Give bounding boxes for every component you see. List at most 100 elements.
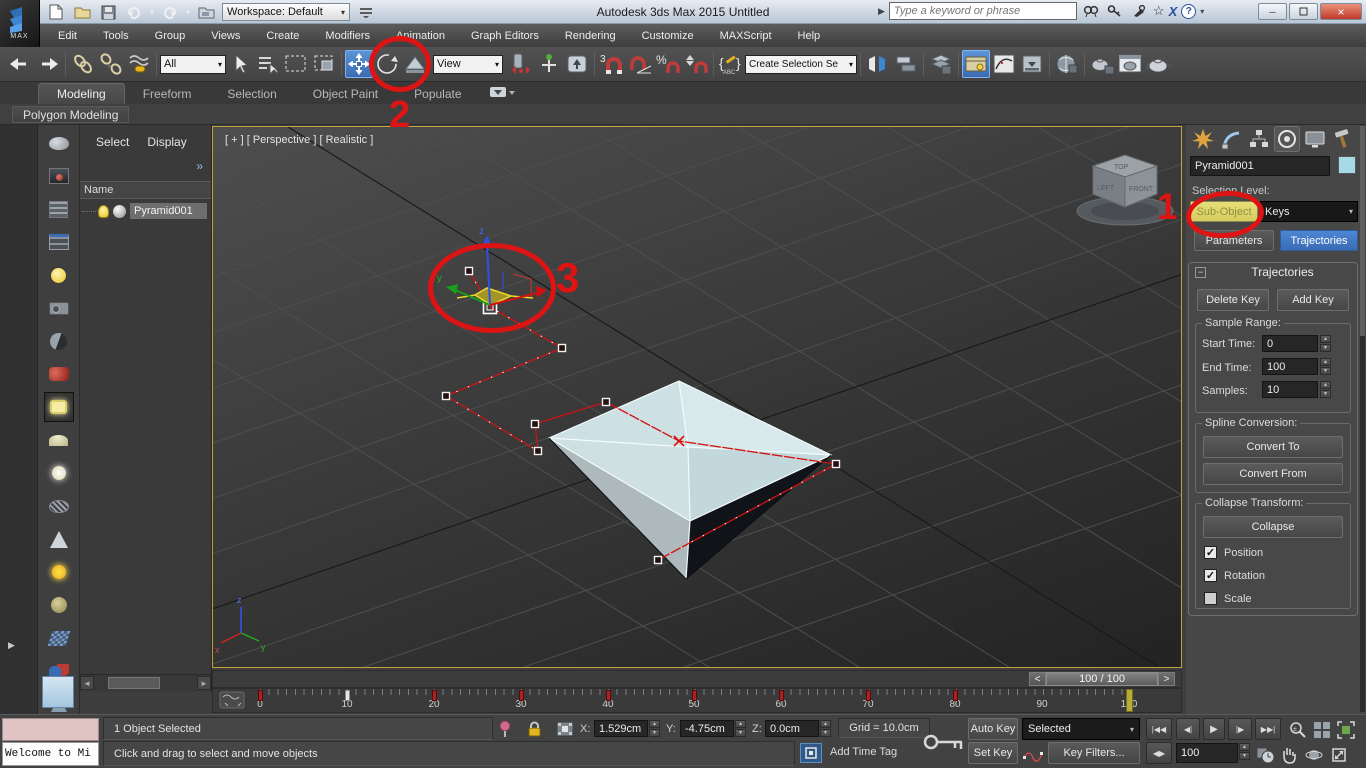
rollout-header[interactable]: − Trajectories [1189,263,1357,281]
project-folder-icon[interactable] [196,3,216,21]
menu-group[interactable]: Group [155,30,186,42]
select-by-name-icon[interactable] [254,50,282,78]
percent-snap-toggle-icon[interactable]: % [654,50,682,78]
add-time-tag[interactable]: Add Time Tag [830,746,897,758]
select-and-link-icon[interactable] [69,50,97,78]
toolbar-options-icon[interactable] [356,3,376,21]
convert-from-button[interactable]: Convert From [1203,463,1343,485]
edit-named-selection-sets-icon[interactable]: {}ABC [717,50,745,78]
scroll-right-icon[interactable]: ► [197,676,211,690]
absolute-mode-toggle-icon[interactable] [556,721,574,740]
wire-teapot-icon[interactable] [44,491,74,521]
align-icon[interactable] [892,50,920,78]
key-filters-button[interactable]: Key Filters... [1048,742,1140,764]
samples-field[interactable]: 10 [1262,381,1318,398]
explorer-menu-display[interactable]: Display [147,135,186,149]
macro-recorder-box[interactable] [2,718,99,741]
redo-scene-icon[interactable] [34,50,62,78]
search-icon[interactable] [1081,2,1101,20]
undo-dropdown-icon[interactable]: ▾ [150,8,154,17]
undo-scene-icon[interactable] [6,50,34,78]
track-bar[interactable]: 0 10 20 30 40 50 60 70 80 90 100 [212,688,1182,713]
sign-in-key-icon[interactable] [1105,2,1125,20]
pan-view-icon[interactable] [1280,746,1298,767]
go-to-end-button[interactable]: ▶▶| [1255,718,1281,740]
explorer-row-pyramid001[interactable]: Pyramid001 [80,201,211,221]
viewcube-left-label[interactable]: LEFT [1097,185,1115,192]
listener-panel-icon[interactable] [42,676,74,708]
ribbon-tab-modeling[interactable]: Modeling [38,83,125,104]
menu-maxscript[interactable]: MAXScript [720,30,772,42]
restore-button[interactable] [1289,3,1318,20]
explorer-object-name[interactable]: Pyramid001 [130,203,207,219]
selection-key-icon[interactable] [922,727,964,760]
keyboard-shortcut-override-icon[interactable] [563,50,591,78]
close-button[interactable]: × [1320,3,1362,20]
light-lister-icon[interactable] [44,260,74,290]
tab-modify-icon[interactable] [1218,126,1244,152]
tab-motion-icon[interactable] [1274,126,1300,152]
ribbon-overflow-icon[interactable] [490,86,516,104]
auto-key-button[interactable]: Auto Key [968,718,1018,740]
object-color-swatch[interactable] [1338,156,1356,174]
dome-light-icon[interactable] [44,425,74,455]
trajectories-tab-button[interactable]: Trajectories [1280,230,1358,251]
rotation-checkbox-row[interactable]: ✓ Rotation [1204,569,1265,582]
new-file-icon[interactable] [46,3,66,21]
key-frame-20[interactable] [432,690,437,701]
key-frame-50[interactable] [692,690,697,701]
tab-utilities-icon[interactable] [1330,126,1356,152]
max-logo[interactable]: MAX [0,0,40,47]
selection-lock-pin-icon[interactable] [498,720,512,741]
ambient-sphere-icon[interactable] [44,590,74,620]
open-mini-curve-editor-icon[interactable] [219,691,245,712]
time-configuration-icon[interactable] [1255,744,1275,767]
position-checkbox-row[interactable]: ✓ Position [1204,546,1263,559]
time-slider[interactable]: < 100 / 100 > [212,670,1182,688]
sun-light-icon[interactable] [44,557,74,587]
redo-dropdown-icon[interactable]: ▾ [186,8,190,17]
zoom-viewport-icon[interactable]: ± [1288,720,1308,743]
scroll-left-icon[interactable]: ◄ [80,676,94,690]
tab-display-icon[interactable] [1302,126,1328,152]
scale-checkbox[interactable] [1204,592,1217,605]
search-collapse-icon[interactable]: ▶ [878,6,885,17]
selection-lock-toggle-icon[interactable] [527,721,542,740]
set-key-button[interactable]: Set Key [968,742,1018,764]
schematic-view-icon[interactable] [1018,50,1046,78]
explorer-name-column-header[interactable]: Name [80,181,211,199]
perspective-viewport[interactable]: z y x TOP LEFT FRONT z x [212,126,1182,668]
explorer-h-scrollbar[interactable]: ◄ ► [80,674,211,690]
orbit-view-icon[interactable] [1305,746,1323,767]
select-and-manipulate-icon[interactable] [535,50,563,78]
y-coord-field[interactable]: -4.75cm [680,720,734,737]
current-frame-indicator[interactable] [1126,689,1133,712]
maxscript-listener[interactable]: Welcome to Mi [2,742,99,766]
default-in-out-tangent-icon[interactable] [1022,744,1044,765]
viewport-canvas[interactable]: z y x TOP LEFT FRONT z x [213,127,1181,667]
viewport-label[interactable]: [ + ] [ Perspective ] [ Realistic ] [225,134,373,146]
mirror-icon[interactable] [864,50,892,78]
exchange-icon[interactable]: X [1169,4,1178,19]
rectangular-selection-region-icon[interactable] [282,50,310,78]
favorites-star-icon[interactable]: ☆ [1153,3,1165,19]
menu-modifiers[interactable]: Modifiers [325,30,370,42]
render-teapot-icon[interactable] [44,128,74,158]
x-coord-field[interactable]: 1.529cm [594,720,648,737]
key-frame-0[interactable] [258,690,263,701]
previous-frame-button[interactable]: ◀| [1176,718,1200,740]
zoom-extents-icon[interactable] [1336,720,1356,743]
key-frame-70[interactable] [866,690,871,701]
ribbon-tab-object-paint[interactable]: Object Paint [295,84,396,104]
menu-customize[interactable]: Customize [642,30,694,42]
key-frame-60[interactable] [779,690,784,701]
samples-spinner[interactable]: ▲▼ [1320,381,1331,398]
save-icon[interactable] [98,3,118,21]
reference-coordinate-combo[interactable]: View ▾ [433,55,503,74]
key-frame-80[interactable] [953,690,958,701]
current-frame-field[interactable]: 100 [1176,743,1238,763]
sphere-light-icon[interactable] [44,458,74,488]
workspace-combo[interactable]: Workspace: Default ▾ [222,3,350,21]
play-animation-button[interactable]: ▶ [1203,718,1225,740]
ribbon-tab-selection[interactable]: Selection [209,84,294,104]
